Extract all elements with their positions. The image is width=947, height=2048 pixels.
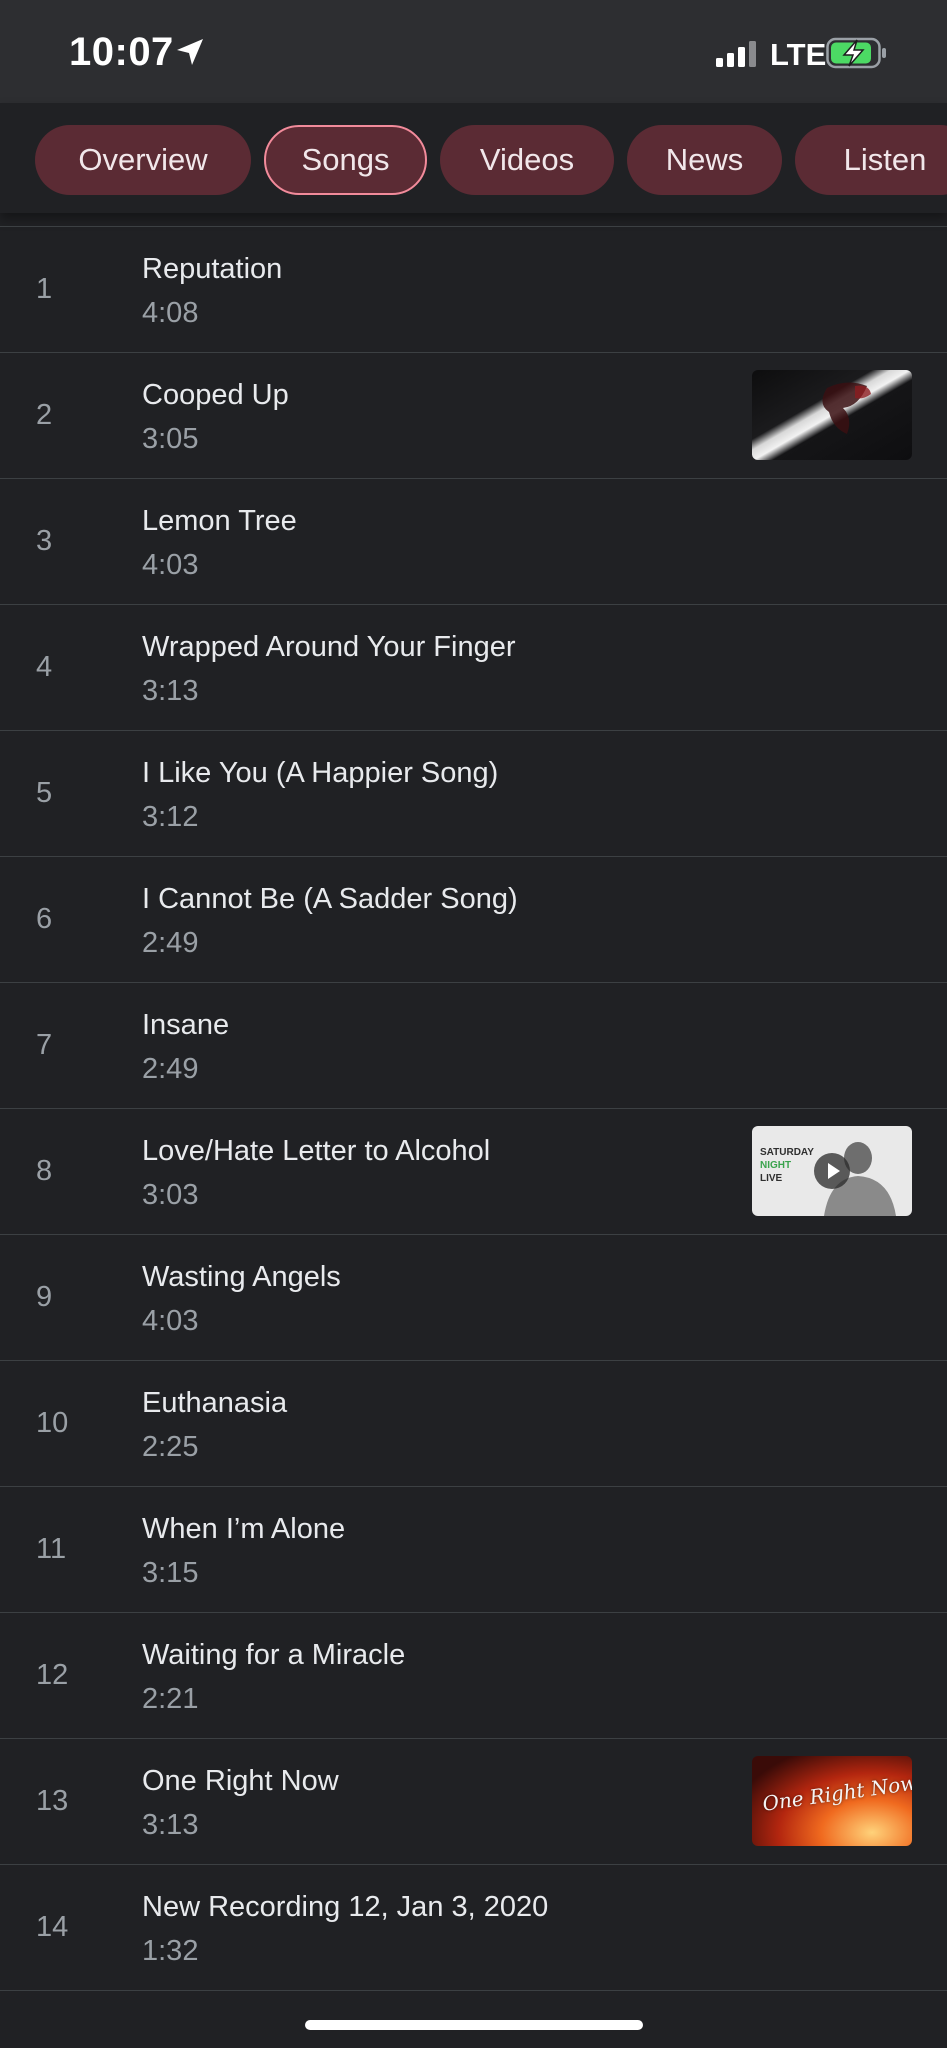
battery-charging-icon <box>826 37 886 69</box>
video-thumbnail[interactable] <box>752 370 912 460</box>
song-duration: 2:25 <box>142 1431 199 1463</box>
song-row[interactable]: 8 Love/Hate Letter to Alcohol 3:03 SATUR… <box>0 1109 947 1235</box>
song-duration: 3:13 <box>142 1809 199 1841</box>
song-number: 2 <box>36 399 53 431</box>
thumbnail-caption-line: LIVE <box>760 1173 783 1184</box>
location-arrow-icon <box>177 39 203 65</box>
song-number: 9 <box>36 1281 53 1313</box>
song-duration: 3:05 <box>142 423 199 455</box>
song-duration: 4:08 <box>142 297 199 329</box>
tab-songs[interactable]: Songs <box>264 125 427 195</box>
song-number: 4 <box>36 651 53 683</box>
song-number: 11 <box>36 1533 67 1565</box>
song-title: Euthanasia <box>142 1387 288 1419</box>
category-tab-bar: Overview Songs Videos News Listen <box>0 103 947 213</box>
song-number: 13 <box>36 1785 69 1817</box>
song-row[interactable]: 2 Cooped Up 3:05 <box>0 353 947 479</box>
network-type: LTE <box>770 37 827 72</box>
song-title: Insane <box>142 1009 230 1041</box>
song-row[interactable]: 14 New Recording 12, Jan 3, 2020 1:32 <box>0 1865 947 1991</box>
song-title: One Right Now <box>142 1765 339 1797</box>
song-row[interactable]: 9 Wasting Angels 4:03 <box>0 1235 947 1361</box>
play-icon[interactable] <box>814 1153 850 1189</box>
thumbnail-caption-line: NIGHT <box>760 1160 792 1171</box>
song-title: New Recording 12, Jan 3, 2020 <box>142 1891 549 1923</box>
song-duration: 4:03 <box>142 549 199 581</box>
song-row[interactable]: 1 Reputation 4:08 <box>0 227 947 353</box>
thumbnail-caption-line: SATURDAY <box>760 1147 814 1158</box>
song-number: 5 <box>36 777 53 809</box>
song-number: 12 <box>36 1659 69 1691</box>
song-row[interactable]: 6 I Cannot Be (A Sadder Song) 2:49 <box>0 857 947 983</box>
tab-videos[interactable]: Videos <box>440 125 614 195</box>
song-title: I Cannot Be (A Sadder Song) <box>142 883 518 915</box>
butterfly-image <box>822 382 871 434</box>
song-duration: 2:21 <box>142 1683 199 1715</box>
tab-overview[interactable]: Overview <box>35 125 251 195</box>
song-duration: 2:49 <box>142 927 199 959</box>
song-duration: 1:32 <box>142 1935 199 1967</box>
song-title: Cooped Up <box>142 379 289 411</box>
song-number: 6 <box>36 903 53 935</box>
song-title: Lemon Tree <box>142 505 297 537</box>
video-thumbnail[interactable]: One Right Now <box>752 1756 912 1846</box>
song-title: Wrapped Around Your Finger <box>142 631 516 663</box>
song-title: Wasting Angels <box>142 1261 341 1293</box>
home-indicator[interactable] <box>305 2020 643 2030</box>
song-title: When I’m Alone <box>142 1513 346 1545</box>
song-number: 14 <box>36 1911 69 1943</box>
song-row[interactable]: 7 Insane 2:49 <box>0 983 947 1109</box>
song-row[interactable]: 11 When I’m Alone 3:15 <box>0 1487 947 1613</box>
song-row[interactable]: 5 I Like You (A Happier Song) 3:12 <box>0 731 947 857</box>
song-title: Love/Hate Letter to Alcohol <box>142 1135 491 1167</box>
song-row[interactable]: 12 Waiting for a Miracle 2:21 <box>0 1613 947 1739</box>
status-time: 10:07 <box>69 30 174 74</box>
song-row[interactable]: 4 Wrapped Around Your Finger 3:13 <box>0 605 947 731</box>
song-number: 10 <box>36 1407 69 1439</box>
status-bar: 10:07 LTE <box>0 0 947 103</box>
thumbnail-caption: One Right Now <box>761 1770 912 1816</box>
song-row[interactable]: 10 Euthanasia 2:25 <box>0 1361 947 1487</box>
song-number: 1 <box>36 273 53 305</box>
song-list: 1 Reputation 4:08 2 Cooped Up 3:05 3 Lem… <box>0 226 947 1991</box>
song-duration: 2:49 <box>142 1053 199 1085</box>
song-duration: 3:12 <box>142 801 199 833</box>
song-title: Reputation <box>142 253 283 285</box>
song-row[interactable]: 3 Lemon Tree 4:03 <box>0 479 947 605</box>
song-number: 3 <box>36 525 53 557</box>
cellular-signal-icon <box>716 41 756 67</box>
thumbnail-caption: SATURDAY NIGHT LIVE <box>760 1146 814 1185</box>
song-number: 8 <box>36 1155 53 1187</box>
song-duration: 3:13 <box>142 675 199 707</box>
song-duration: 4:03 <box>142 1305 199 1337</box>
song-title: Waiting for a Miracle <box>142 1639 406 1671</box>
tab-listen[interactable]: Listen <box>795 125 947 195</box>
song-number: 7 <box>36 1029 53 1061</box>
tab-news[interactable]: News <box>627 125 782 195</box>
song-row[interactable]: 13 One Right Now 3:13 One Right Now <box>0 1739 947 1865</box>
song-duration: 3:03 <box>142 1179 199 1211</box>
song-title: I Like You (A Happier Song) <box>142 757 499 789</box>
song-duration: 3:15 <box>142 1557 199 1589</box>
video-thumbnail[interactable]: SATURDAY NIGHT LIVE <box>752 1126 912 1216</box>
